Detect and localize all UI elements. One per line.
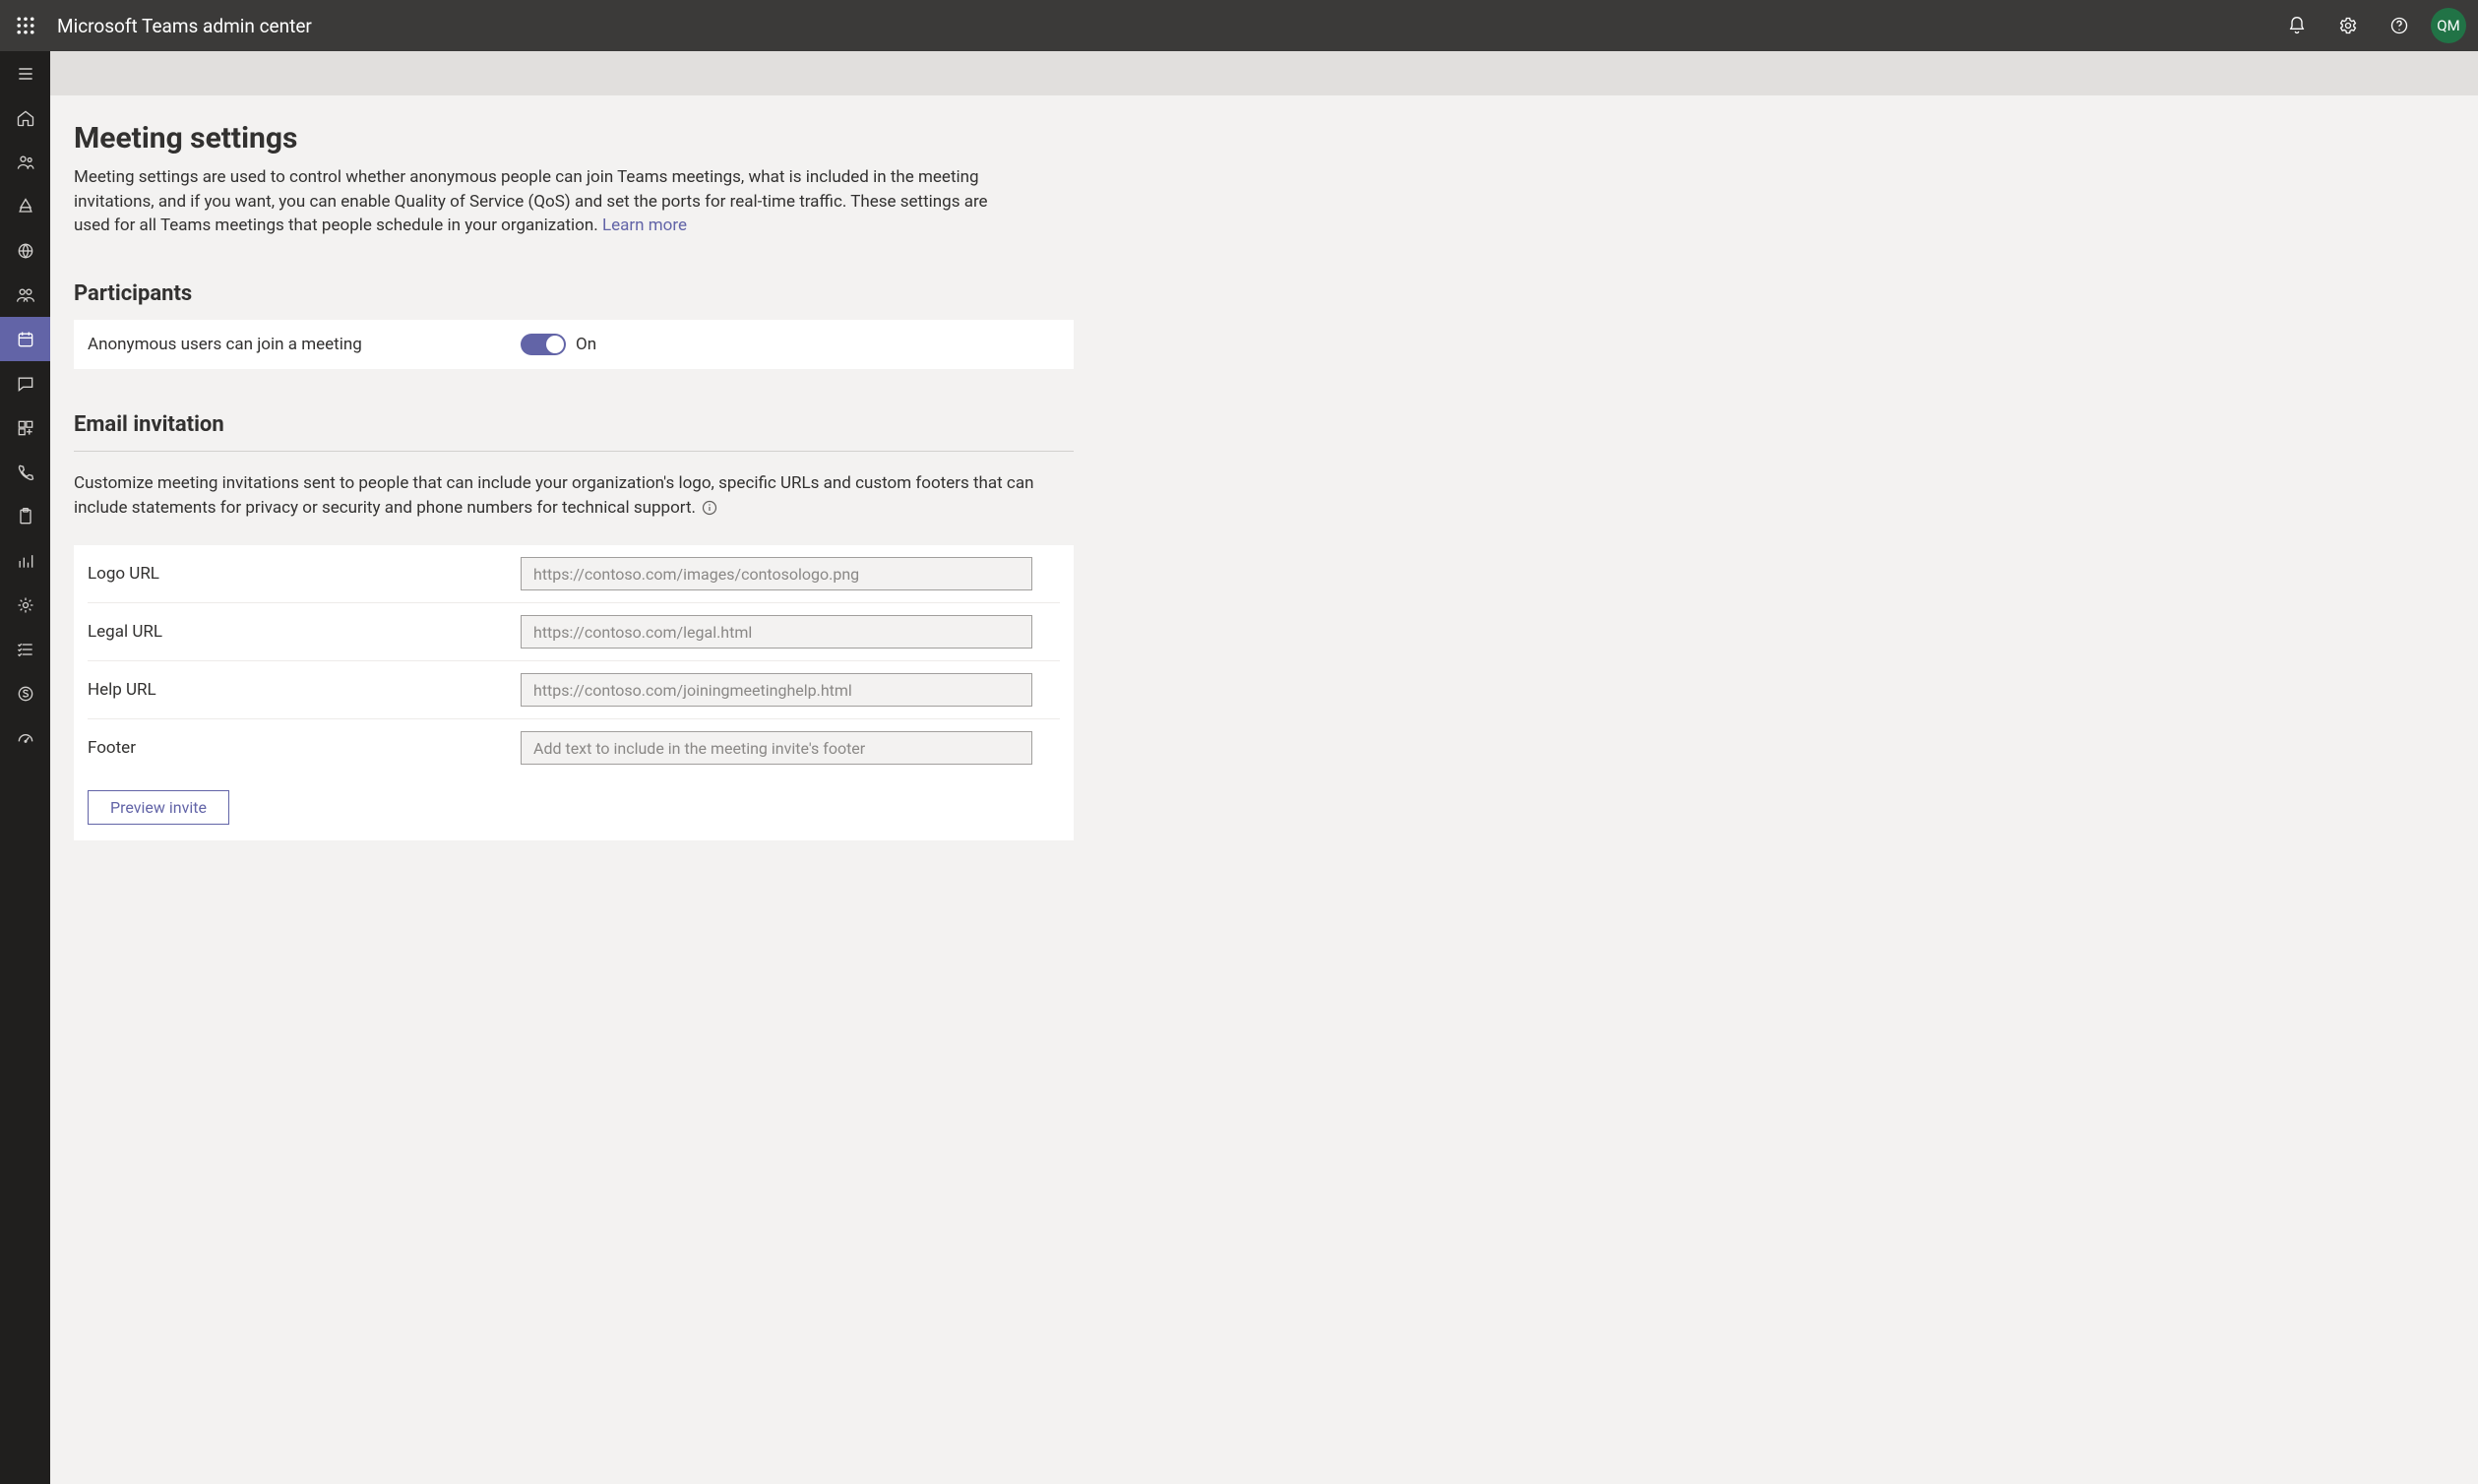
rail-home[interactable]: [0, 95, 50, 140]
legal-url-row: Legal URL: [88, 603, 1060, 661]
skype-icon: [16, 684, 35, 704]
gauge-icon: [16, 728, 35, 748]
devices-icon: [16, 197, 35, 216]
info-icon[interactable]: [702, 500, 717, 516]
footer-label: Footer: [88, 738, 521, 758]
rail-call-quality[interactable]: [0, 715, 50, 760]
footer-row: Footer: [88, 719, 1060, 776]
phone-icon: [16, 463, 35, 482]
waffle-icon: [17, 17, 34, 34]
chart-icon: [16, 551, 35, 571]
legal-url-label: Legal URL: [88, 622, 521, 642]
help-button[interactable]: [2374, 0, 2425, 51]
rail-planning[interactable]: [0, 627, 50, 671]
rail-voice[interactable]: [0, 450, 50, 494]
rail-meetings[interactable]: [0, 317, 50, 361]
legal-url-input[interactable]: [521, 615, 1032, 649]
email-invitation-description: Customize meeting invitations sent to pe…: [74, 451, 1074, 520]
participants-card: Anonymous users can join a meeting On: [74, 320, 1074, 369]
help-url-row: Help URL: [88, 661, 1060, 719]
rail-devices[interactable]: [0, 184, 50, 228]
home-icon: [16, 108, 35, 128]
users-icon: [16, 285, 35, 305]
left-rail: [0, 51, 50, 1484]
logo-url-label: Logo URL: [88, 564, 521, 584]
rail-policy[interactable]: [0, 494, 50, 538]
list-icon: [16, 640, 35, 659]
gear-icon: [2338, 16, 2358, 35]
bell-icon: [2287, 16, 2307, 35]
rail-menu-toggle[interactable]: [0, 51, 50, 95]
settings-button[interactable]: [2323, 0, 2374, 51]
rail-locations[interactable]: [0, 228, 50, 273]
content-wrap: Meeting settings Meeting settings are us…: [50, 51, 2478, 1484]
rail-teams[interactable]: [0, 140, 50, 184]
rail-analytics[interactable]: [0, 538, 50, 583]
logo-url-row: Logo URL: [88, 545, 1060, 603]
page-title: Meeting settings: [74, 121, 2454, 155]
content: Meeting settings Meeting settings are us…: [50, 95, 2478, 1484]
rail-legacy-portal[interactable]: [0, 671, 50, 715]
logo-url-input[interactable]: [521, 557, 1032, 590]
preview-invite-button[interactable]: Preview invite: [88, 790, 229, 825]
anonymous-join-state: On: [576, 335, 596, 354]
clipboard-icon: [16, 507, 35, 526]
footer-input[interactable]: [521, 731, 1032, 765]
notifications-button[interactable]: [2271, 0, 2323, 51]
page-description: Meeting settings are used to control whe…: [74, 165, 999, 238]
email-invitation-card: Logo URL Legal URL Help URL Footer Previ…: [74, 545, 1074, 840]
help-url-input[interactable]: [521, 673, 1032, 707]
help-icon: [2389, 16, 2409, 35]
rail-org-settings[interactable]: [0, 583, 50, 627]
rail-users[interactable]: [0, 273, 50, 317]
participants-heading: Participants: [74, 281, 2454, 306]
learn-more-link[interactable]: Learn more: [602, 216, 687, 235]
app-title: Microsoft Teams admin center: [57, 15, 312, 37]
gear-small-icon: [16, 595, 35, 615]
shell: Meeting settings Meeting settings are us…: [0, 51, 2478, 1484]
top-bar: Microsoft Teams admin center QM: [0, 0, 2478, 51]
avatar[interactable]: QM: [2431, 8, 2466, 43]
app-launcher-button[interactable]: [0, 0, 51, 51]
breadcrumb-band: [50, 51, 2478, 95]
rail-apps[interactable]: [0, 405, 50, 450]
anonymous-join-row: Anonymous users can join a meeting On: [74, 320, 1074, 369]
email-invitation-heading: Email invitation: [74, 412, 2454, 437]
anonymous-join-toggle[interactable]: [521, 334, 566, 355]
globe-icon: [16, 241, 35, 261]
apps-icon: [16, 418, 35, 438]
people-icon: [16, 153, 35, 172]
calendar-icon: [16, 330, 35, 349]
help-url-label: Help URL: [88, 680, 521, 700]
chat-icon: [16, 374, 35, 394]
anonymous-join-label: Anonymous users can join a meeting: [88, 335, 521, 354]
rail-messaging[interactable]: [0, 361, 50, 405]
hamburger-icon: [16, 64, 35, 84]
